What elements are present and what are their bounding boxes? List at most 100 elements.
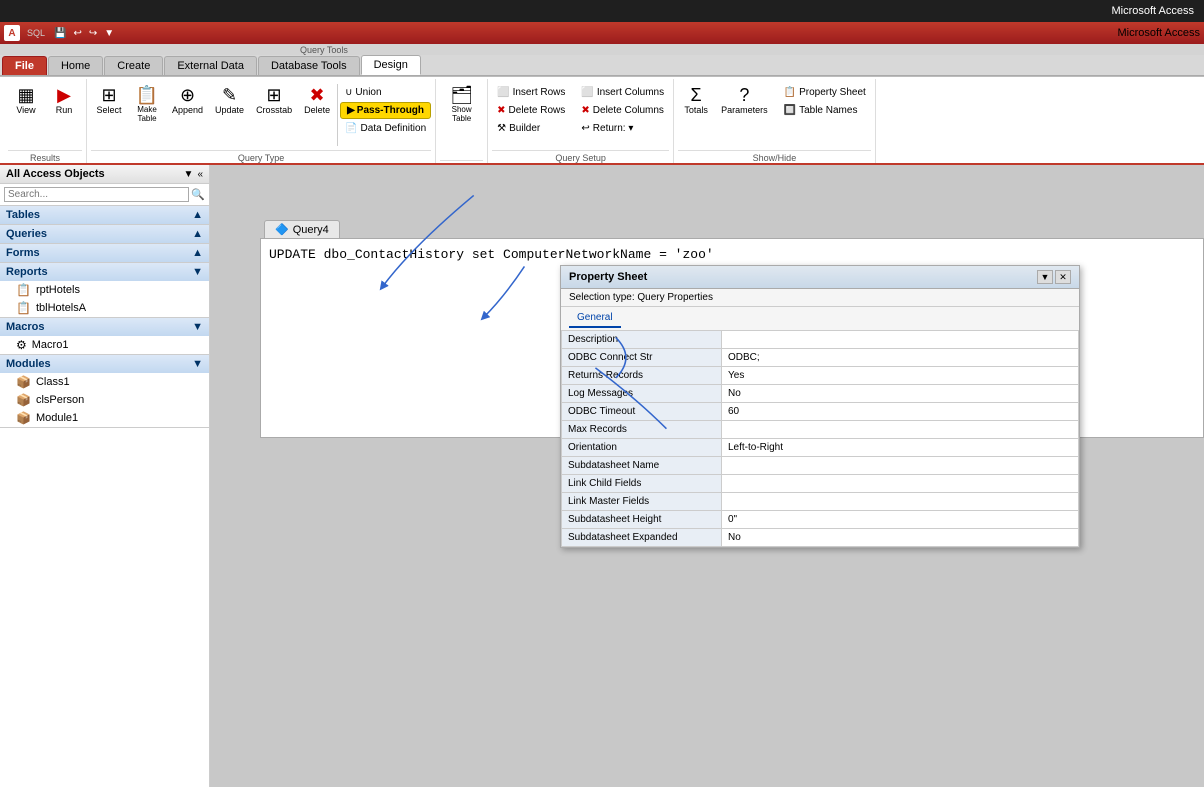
property-sheet-dropdown-btn[interactable]: ▼ xyxy=(1037,270,1053,284)
property-row[interactable]: OrientationLeft-to-Right xyxy=(562,439,1079,457)
builder-button[interactable]: ⚒ Builder xyxy=(492,120,570,137)
delete-icon: ✖ xyxy=(310,86,325,104)
property-label: Max Records xyxy=(562,421,722,439)
sidebar-item-rpthotels[interactable]: 📋 rptHotels xyxy=(0,281,209,299)
property-sheet-title: Property Sheet xyxy=(569,271,647,283)
ps-general-tab[interactable]: General xyxy=(569,309,621,328)
show-table-button[interactable]: 🗂 ShowTable xyxy=(440,82,483,127)
window-title: Microsoft Access xyxy=(1117,27,1200,39)
sql-text: UPDATE dbo_ContactHistory set ComputerNe… xyxy=(269,247,714,262)
property-value[interactable] xyxy=(722,421,1079,439)
view-button[interactable]: ▦ View xyxy=(8,82,44,119)
tab-create[interactable]: Create xyxy=(104,56,163,75)
sidebar-item-class1[interactable]: 📦 Class1 xyxy=(0,373,209,391)
property-label: Link Master Fields xyxy=(562,493,722,511)
property-row[interactable]: Log MessagesNo xyxy=(562,385,1079,403)
property-row[interactable]: Link Master Fields xyxy=(562,493,1079,511)
property-label: ODBC Timeout xyxy=(562,403,722,421)
pass-through-button[interactable]: ▶ Pass-Through xyxy=(340,102,431,119)
property-value[interactable]: No xyxy=(722,385,1079,403)
redo-btn[interactable]: ↪ xyxy=(87,27,99,40)
delete-button[interactable]: ✖ Delete xyxy=(299,82,335,119)
search-input[interactable] xyxy=(4,187,189,202)
return-button[interactable]: ↩ Return: ▾ xyxy=(576,120,669,137)
query4-tab[interactable]: 🔷 Query4 xyxy=(264,220,340,238)
property-row[interactable]: Returns RecordsYes xyxy=(562,367,1079,385)
tab-design[interactable]: Design xyxy=(361,55,421,75)
sidebar-section-forms: Forms ▲ xyxy=(0,244,209,263)
sidebar: All Access Objects ▼ « 🔍 Tables ▲ Querie… xyxy=(0,165,210,787)
tblhotelsa-icon: 📋 xyxy=(16,301,31,315)
macros-section-header[interactable]: Macros ▼ xyxy=(0,318,209,336)
sidebar-item-macro1[interactable]: ⚙ Macro1 xyxy=(0,336,209,354)
property-value[interactable]: Left-to-Right xyxy=(722,439,1079,457)
property-value[interactable] xyxy=(722,457,1079,475)
run-button[interactable]: ▶ Run xyxy=(46,82,82,119)
tables-section-header[interactable]: Tables ▲ xyxy=(0,206,209,224)
run-icon: ▶ xyxy=(57,86,71,104)
make-table-button[interactable]: 📋 MakeTable xyxy=(129,82,165,127)
crosstab-button[interactable]: ⊞ Crosstab xyxy=(251,82,297,119)
property-value[interactable]: No xyxy=(722,529,1079,547)
property-sheet-close-btn[interactable]: ✕ xyxy=(1055,270,1071,284)
union-icon: ∪ xyxy=(345,87,352,98)
sidebar-item-clsperson[interactable]: 📦 clsPerson xyxy=(0,391,209,409)
tabs-bar: File Home Create External Data Database … xyxy=(0,55,1204,76)
property-row[interactable]: Subdatasheet ExpandedNo xyxy=(562,529,1079,547)
ps-selection-type: Selection type: Query Properties xyxy=(561,289,1079,307)
quick-access-dropdown[interactable]: ▼ xyxy=(102,27,116,40)
title-bar: Microsoft Access xyxy=(0,0,1204,22)
sidebar-header-icons: ▼ « xyxy=(184,169,203,180)
sidebar-collapse-btn[interactable]: « xyxy=(197,169,203,180)
tab-external-data[interactable]: External Data xyxy=(164,56,257,75)
property-value[interactable]: ODBC; xyxy=(722,349,1079,367)
sidebar-sort-btn[interactable]: ▼ xyxy=(184,169,194,180)
sidebar-item-module1[interactable]: 📦 Module1 xyxy=(0,409,209,427)
property-row[interactable]: Max Records xyxy=(562,421,1079,439)
property-sheet-header: Property Sheet ▼ ✕ xyxy=(561,266,1079,289)
class1-icon: 📦 xyxy=(16,375,31,389)
data-definition-button[interactable]: 📄 Data Definition xyxy=(340,120,431,137)
update-button[interactable]: ✎ Update xyxy=(210,82,249,119)
ribbon-group-query-type: ⊞ Select 📋 MakeTable ⊕ Append ✎ Update ⊞… xyxy=(87,79,436,163)
reports-section-header[interactable]: Reports ▼ xyxy=(0,263,209,281)
ribbon-show-table-section: 🗂 ShowTable xyxy=(436,79,488,163)
property-value[interactable] xyxy=(722,493,1079,511)
property-value[interactable]: 60 xyxy=(722,403,1079,421)
property-label: Returns Records xyxy=(562,367,722,385)
union-button[interactable]: ∪ Union xyxy=(340,84,431,101)
property-row[interactable]: Subdatasheet Name xyxy=(562,457,1079,475)
property-row[interactable]: Link Child Fields xyxy=(562,475,1079,493)
tab-home[interactable]: Home xyxy=(48,56,103,75)
tab-database-tools[interactable]: Database Tools xyxy=(258,56,360,75)
query-tools-label: Query Tools xyxy=(292,44,356,55)
delete-columns-button[interactable]: ✖ Delete Columns xyxy=(576,102,669,119)
forms-section-header[interactable]: Forms ▲ xyxy=(0,244,209,262)
table-names-button[interactable]: 🔲 Table Names xyxy=(779,102,871,119)
totals-button[interactable]: Σ Totals xyxy=(678,82,714,119)
undo-btn[interactable]: ↩ xyxy=(71,27,83,40)
save-quick-btn[interactable]: 💾 xyxy=(52,27,68,40)
property-value[interactable]: Yes xyxy=(722,367,1079,385)
property-row[interactable]: Description xyxy=(562,331,1079,349)
delete-rows-icon: ✖ xyxy=(497,105,505,116)
property-value[interactable] xyxy=(722,331,1079,349)
delete-cols-icon: ✖ xyxy=(581,105,589,116)
sidebar-item-tblhotelsa[interactable]: 📋 tblHotelsA xyxy=(0,299,209,317)
property-row[interactable]: ODBC Connect StrODBC; xyxy=(562,349,1079,367)
property-row[interactable]: ODBC Timeout60 xyxy=(562,403,1079,421)
property-value[interactable] xyxy=(722,475,1079,493)
delete-rows-button[interactable]: ✖ Delete Rows xyxy=(492,102,570,119)
append-button[interactable]: ⊕ Append xyxy=(167,82,208,119)
property-value[interactable]: 0" xyxy=(722,511,1079,529)
insert-rows-button[interactable]: ⬜ Insert Rows xyxy=(492,84,570,101)
sidebar-section-macros: Macros ▼ ⚙ Macro1 xyxy=(0,318,209,355)
modules-section-header[interactable]: Modules ▼ xyxy=(0,355,209,373)
property-row[interactable]: Subdatasheet Height0" xyxy=(562,511,1079,529)
queries-section-header[interactable]: Queries ▲ xyxy=(0,225,209,243)
parameters-button[interactable]: ? Parameters xyxy=(716,82,773,119)
select-button[interactable]: ⊞ Select xyxy=(91,82,127,119)
tab-file[interactable]: File xyxy=(2,56,47,75)
property-sheet-button[interactable]: 📋 Property Sheet xyxy=(779,84,871,101)
insert-columns-button[interactable]: ⬜ Insert Columns xyxy=(576,84,669,101)
